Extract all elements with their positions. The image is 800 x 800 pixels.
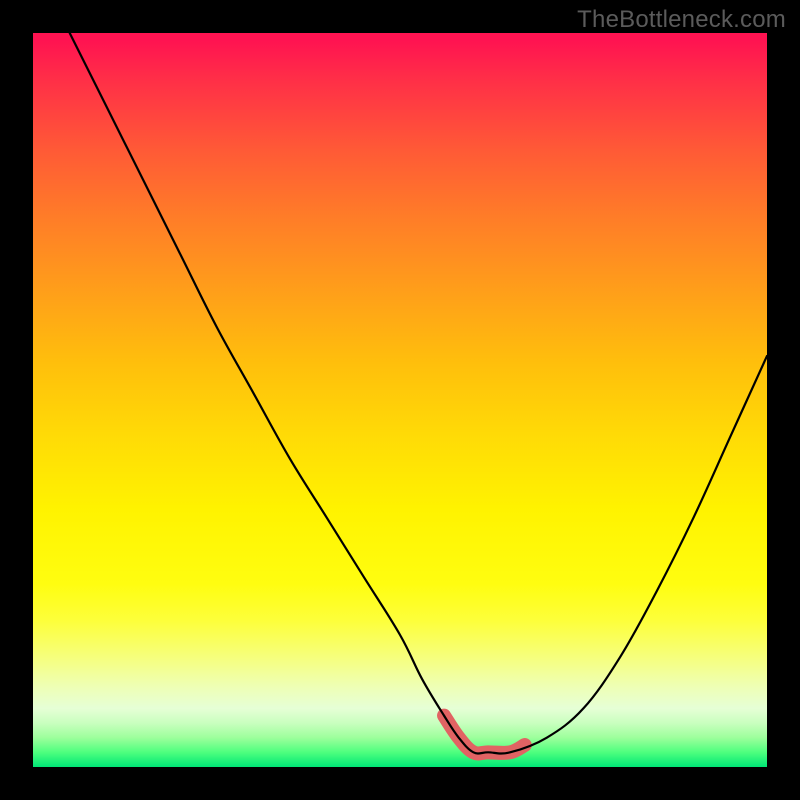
plot-area bbox=[33, 33, 767, 767]
bottleneck-curve bbox=[33, 33, 767, 767]
chart-frame: TheBottleneck.com bbox=[0, 0, 800, 800]
watermark-text: TheBottleneck.com bbox=[577, 6, 786, 34]
